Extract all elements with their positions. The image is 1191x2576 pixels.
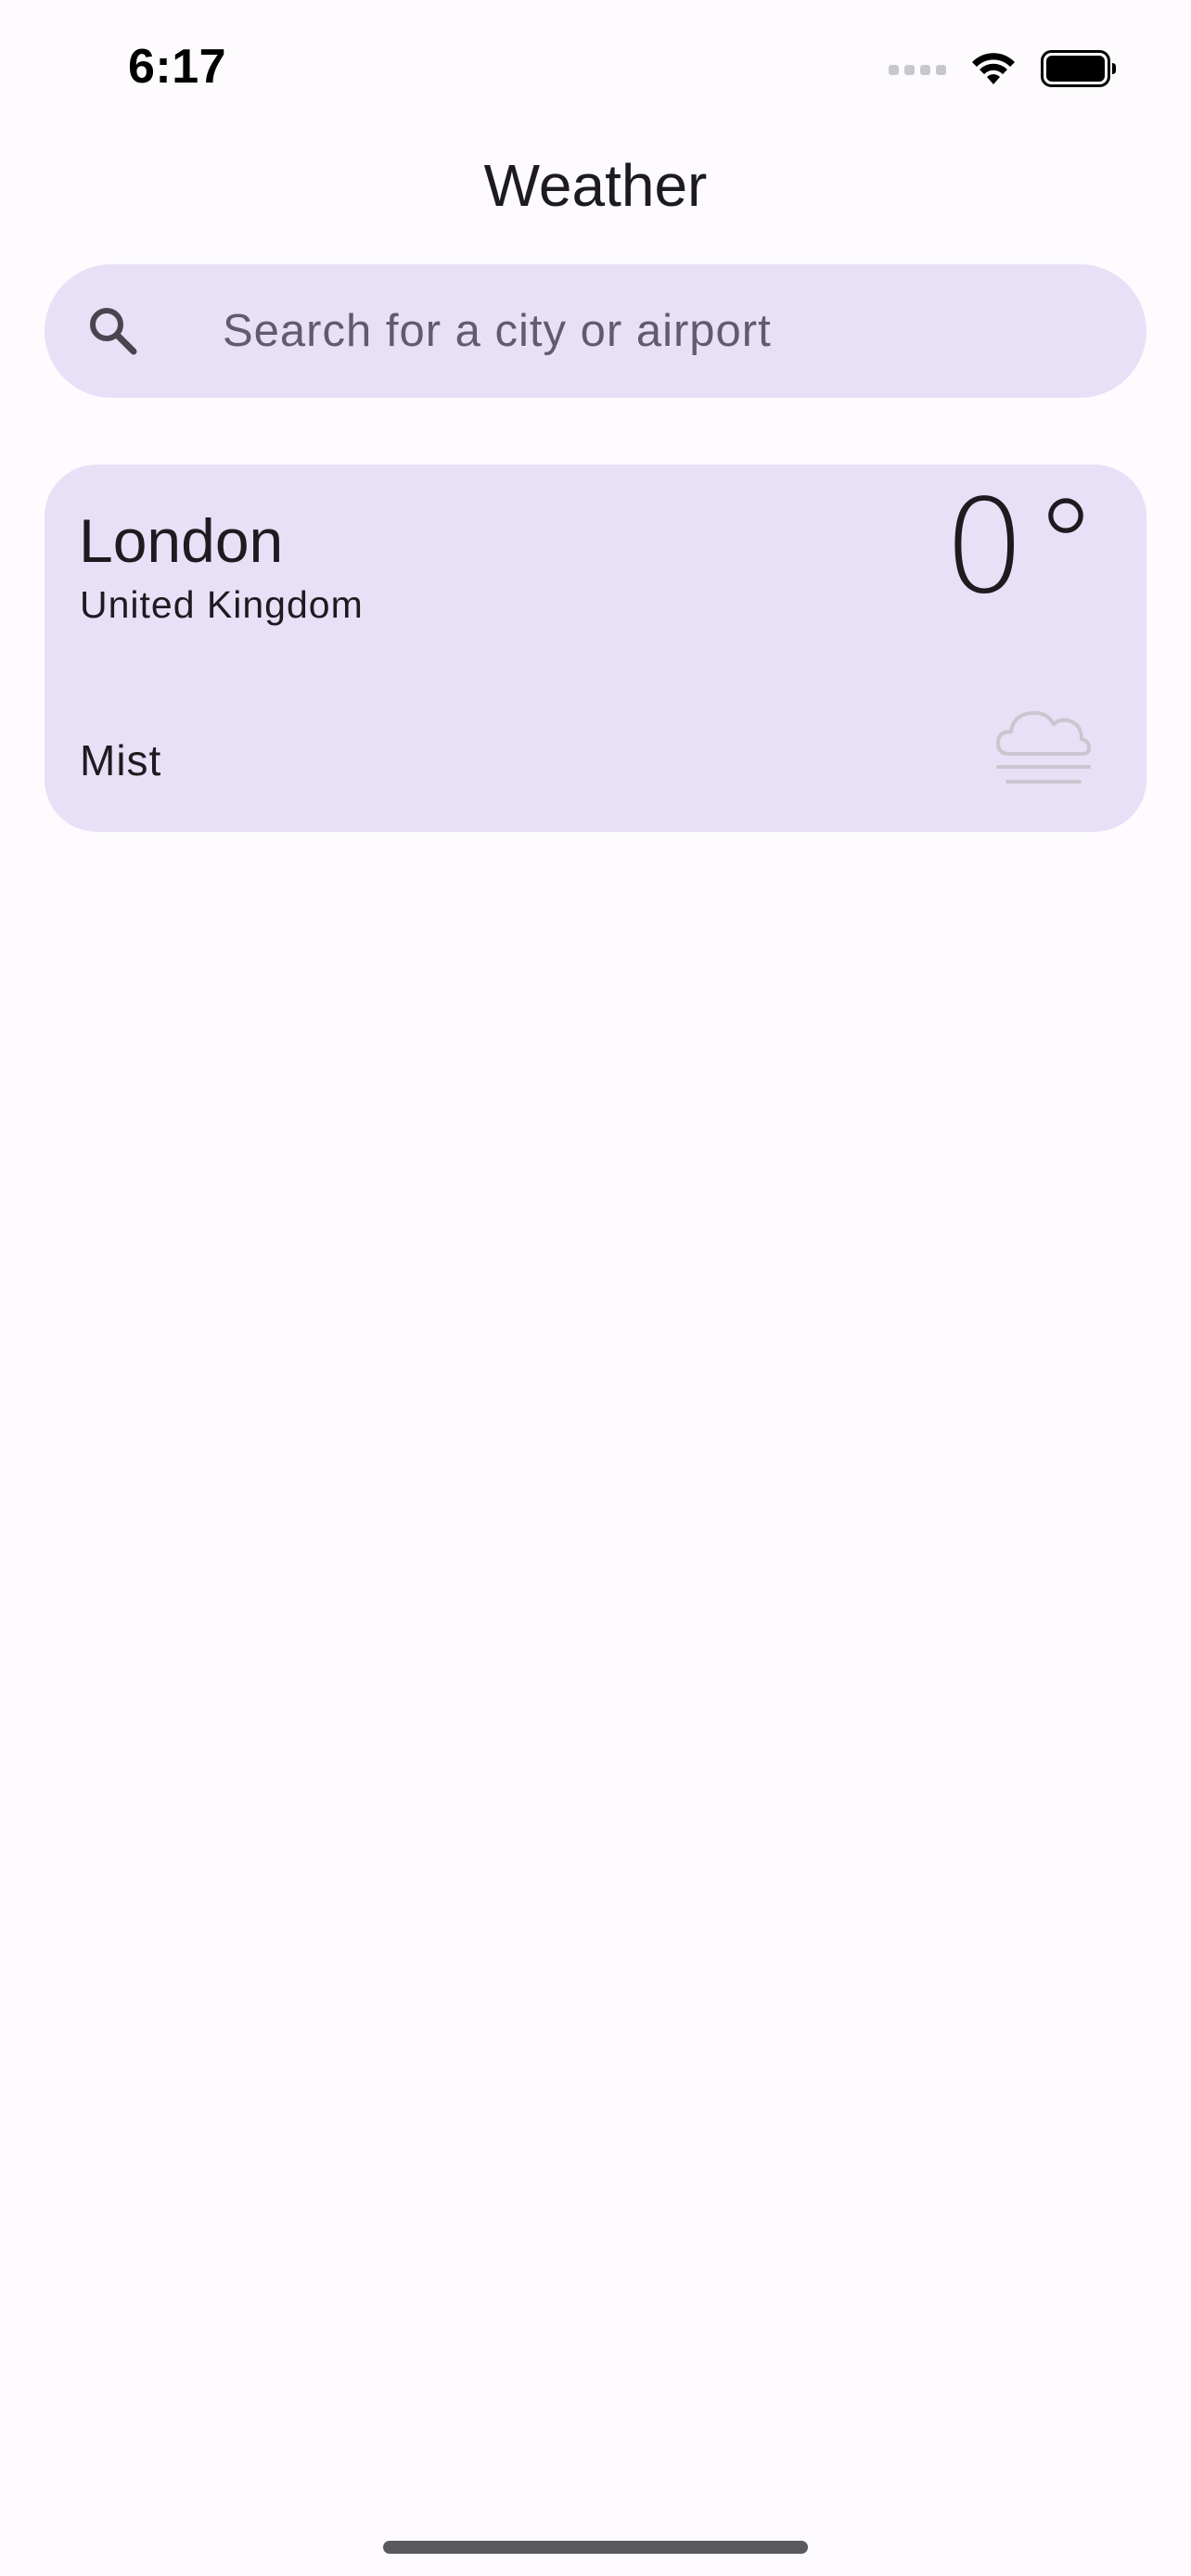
battery-icon xyxy=(1041,50,1116,87)
search-bar[interactable] xyxy=(45,264,1146,398)
status-time: 6:17 xyxy=(128,40,227,94)
temperature: 0° xyxy=(942,472,1106,623)
country-name: United Kingdom xyxy=(80,583,364,626)
wifi-icon xyxy=(972,53,1015,84)
city-name: London xyxy=(79,506,284,575)
mist-icon xyxy=(996,710,1091,784)
status-icons xyxy=(889,48,1117,89)
page-title: Weather xyxy=(483,152,708,219)
search-input[interactable] xyxy=(223,264,1113,398)
location-card-london[interactable]: London United Kingdom 0° Mist xyxy=(45,465,1146,832)
home-indicator[interactable] xyxy=(383,2541,808,2554)
condition-label: Mist xyxy=(80,736,162,784)
status-bar: 6:17 xyxy=(0,0,1191,130)
cellular-signal-icon xyxy=(889,65,946,75)
search-icon xyxy=(90,308,137,355)
